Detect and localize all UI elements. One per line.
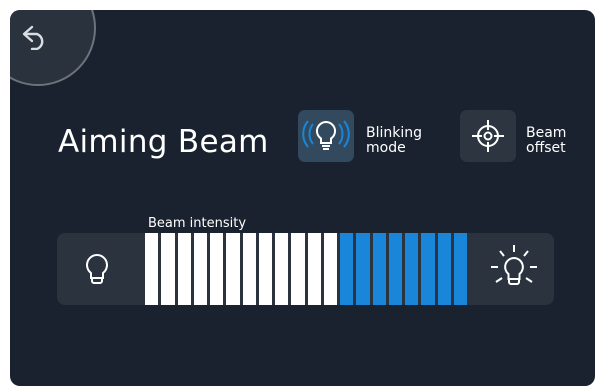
decrease-intensity-button[interactable] (57, 233, 137, 305)
page-title: Aiming Beam (58, 124, 269, 160)
intensity-segment[interactable] (405, 233, 419, 305)
intensity-segment[interactable] (161, 233, 175, 305)
intensity-segment[interactable] (453, 233, 467, 305)
undo-arrow-icon (22, 25, 44, 50)
intensity-segment[interactable] (193, 233, 207, 305)
intensity-segment[interactable] (356, 233, 370, 305)
beam-offset-button[interactable] (460, 110, 516, 162)
blinking-label-line1: Blinking (366, 125, 423, 141)
back-button[interactable] (10, 10, 96, 86)
intensity-segment[interactable] (177, 233, 191, 305)
intensity-segment[interactable] (437, 233, 451, 305)
increase-intensity-button[interactable] (474, 233, 554, 305)
aiming-beam-screen: Aiming Beam Blinking mode Beam offset Be… (10, 10, 595, 386)
intensity-segment[interactable] (421, 233, 435, 305)
intensity-segments[interactable] (145, 233, 467, 305)
crosshair-icon (472, 120, 504, 152)
blinking-label-line2: mode (366, 140, 406, 156)
blinking-mode-button[interactable] (298, 110, 354, 162)
beam-intensity-control (57, 233, 554, 305)
intensity-segment[interactable] (258, 233, 272, 305)
beam-intensity-label: Beam intensity (148, 216, 247, 231)
intensity-segment[interactable] (388, 233, 402, 305)
beam-offset-label[interactable]: Beam offset (526, 126, 590, 156)
intensity-segment[interactable] (226, 233, 240, 305)
intensity-segment[interactable] (291, 233, 305, 305)
blinking-bulb-icon (302, 120, 350, 150)
intensity-segment[interactable] (323, 233, 337, 305)
intensity-segment[interactable] (145, 233, 159, 305)
intensity-segment[interactable] (242, 233, 256, 305)
dim-bulb-icon (86, 253, 108, 284)
blinking-mode-label[interactable]: Blinking mode (366, 126, 430, 156)
intensity-segment[interactable] (372, 233, 386, 305)
bright-bulb-icon (491, 245, 537, 285)
offset-label-line1: Beam (526, 125, 567, 141)
intensity-segment[interactable] (307, 233, 321, 305)
intensity-segment[interactable] (275, 233, 289, 305)
offset-label-line2: offset (526, 140, 566, 156)
intensity-segment[interactable] (210, 233, 224, 305)
intensity-segment[interactable] (340, 233, 354, 305)
